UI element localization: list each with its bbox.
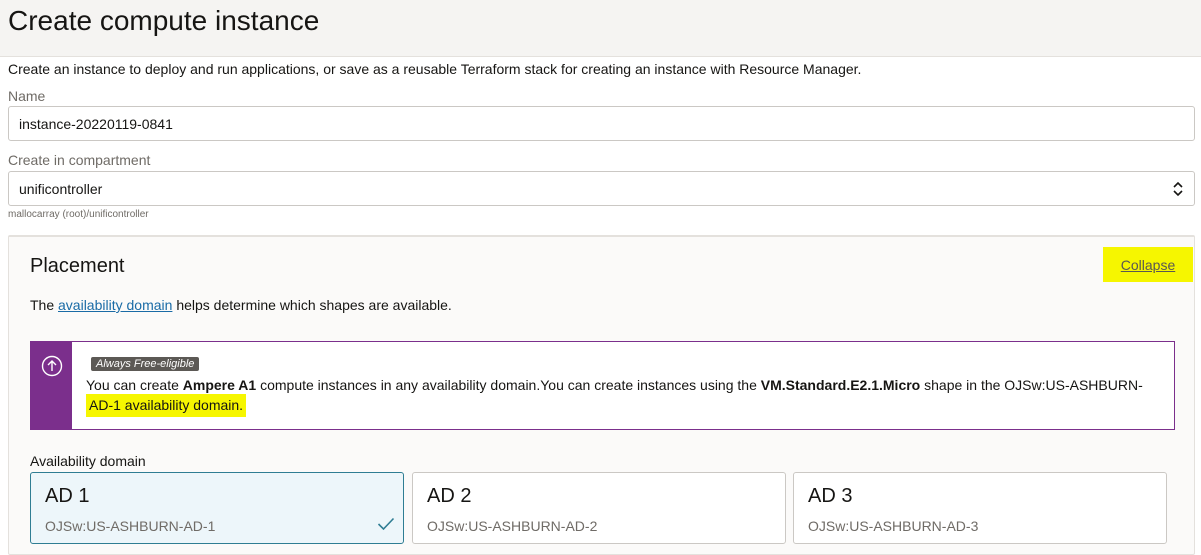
- notice-shape-ampere: Ampere A1: [182, 377, 257, 393]
- notice-t3: shape in the OJSw:US-ASHBURN-: [924, 377, 1143, 393]
- notice-text: You can create Ampere A1 compute instanc…: [86, 375, 1160, 417]
- free-tier-notice: Always Free-eligible You can create Ampe…: [30, 341, 1175, 430]
- arrow-up-circle-icon: [41, 355, 63, 429]
- name-label: Name: [8, 88, 46, 104]
- chevron-up-down-icon: [1172, 180, 1184, 198]
- compartment-select[interactable]: unificontroller: [8, 171, 1195, 206]
- desc-prefix: The: [30, 297, 55, 313]
- always-free-badge: Always Free-eligible: [91, 357, 200, 371]
- placement-description: The availability domain helps determine …: [30, 297, 452, 313]
- notice-shape-micro: VM.Standard.E2.1.Micro: [760, 377, 921, 393]
- ad-card-1[interactable]: AD 1 OJSw:US-ASHBURN-AD-1: [30, 472, 404, 544]
- compartment-value: unificontroller: [19, 180, 103, 197]
- collapse-link[interactable]: Collapse: [1121, 257, 1175, 273]
- notice-t1: You can create: [86, 377, 179, 393]
- notice-highlighted-domain: AD-1 availability domain.: [86, 394, 247, 417]
- placement-title: Placement: [30, 255, 125, 277]
- ad-name: AD 1: [45, 485, 90, 507]
- availability-domain-label: Availability domain: [30, 453, 146, 469]
- compartment-label: Create in compartment: [8, 152, 151, 168]
- checkmark-icon: [377, 517, 395, 536]
- ad-name: AD 2: [427, 485, 472, 507]
- ad-identifier: OJSw:US-ASHBURN-AD-3: [808, 518, 979, 534]
- compartment-path: mallocarray (root)/unificontroller: [8, 209, 149, 220]
- ad-card-3[interactable]: AD 3 OJSw:US-ASHBURN-AD-3: [793, 472, 1167, 544]
- page-header: Create compute instance: [0, 0, 1201, 57]
- name-input[interactable]: [8, 106, 1195, 141]
- notice-accent-bar: [31, 342, 72, 429]
- collapse-highlight: Collapse: [1103, 247, 1193, 282]
- desc-suffix: helps determine which shapes are availab…: [176, 297, 452, 313]
- intro-text: Create an instance to deploy and run app…: [8, 61, 862, 77]
- notice-t2: compute instances in any availability do…: [260, 377, 757, 393]
- ad-card-2[interactable]: AD 2 OJSw:US-ASHBURN-AD-2: [412, 472, 786, 544]
- ad-name: AD 3: [808, 485, 853, 507]
- page-title: Create compute instance: [8, 5, 320, 36]
- ad-identifier: OJSw:US-ASHBURN-AD-2: [427, 518, 598, 534]
- placement-panel: Placement Collapse The availability doma…: [8, 235, 1195, 555]
- availability-domain-link[interactable]: availability domain: [58, 297, 172, 313]
- ad-identifier: OJSw:US-ASHBURN-AD-1: [45, 518, 216, 534]
